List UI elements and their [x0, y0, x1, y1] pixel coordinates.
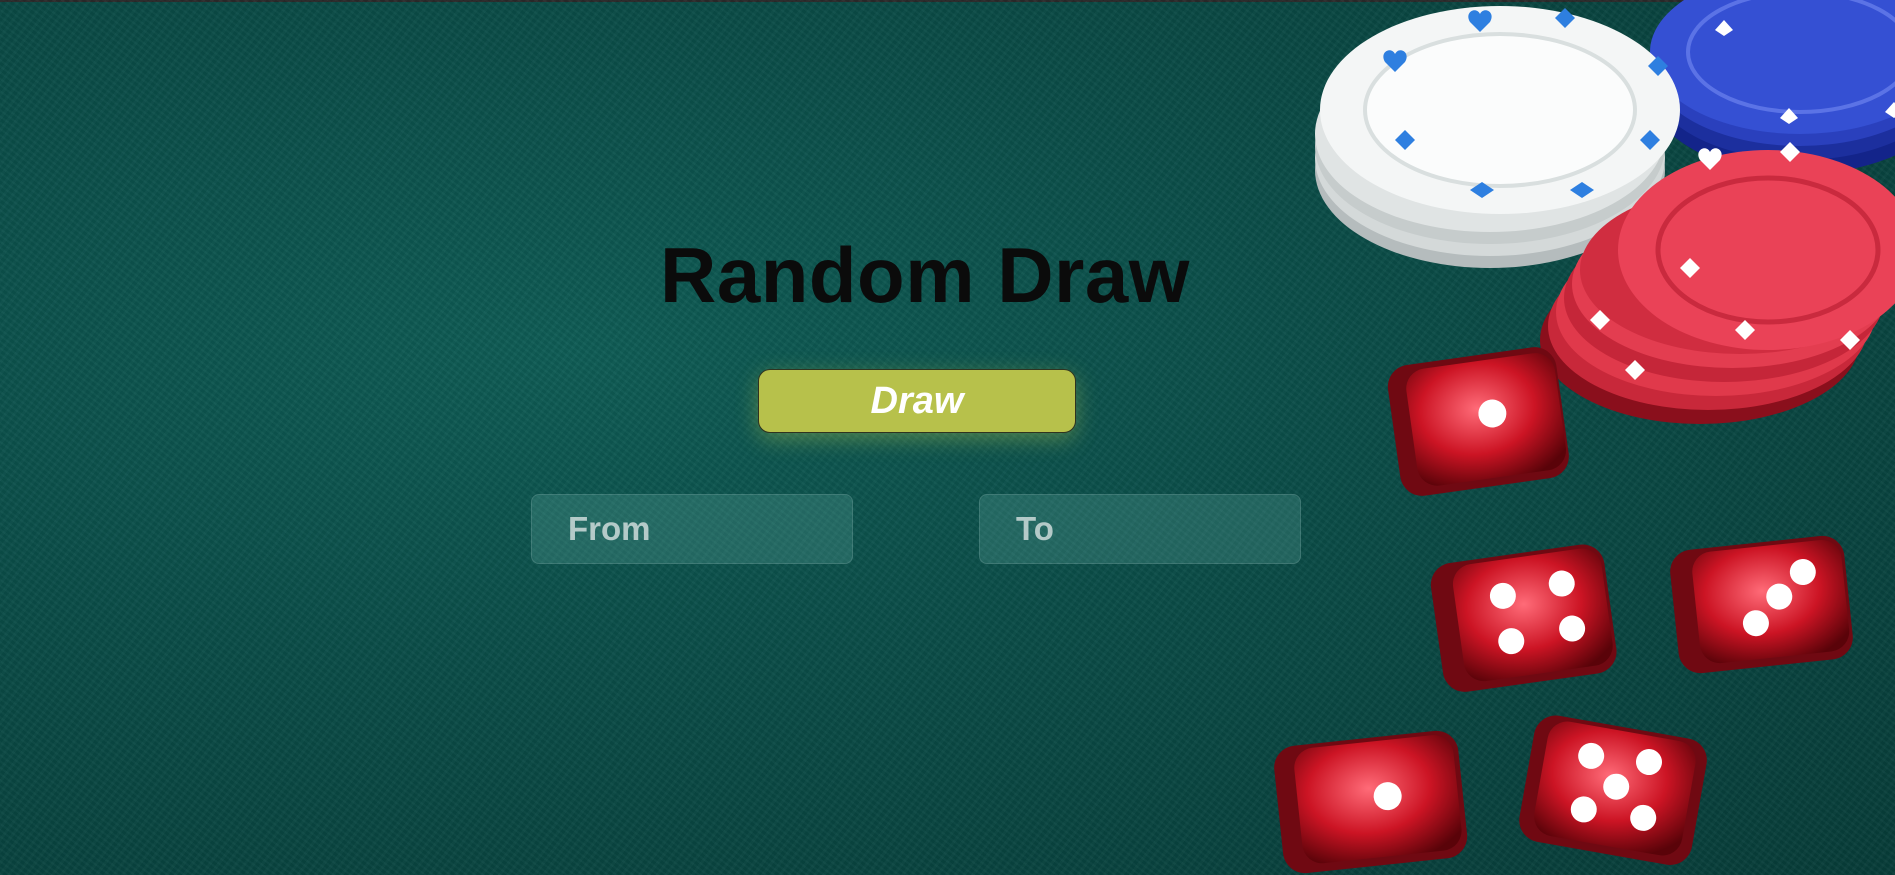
from-field[interactable] — [531, 494, 853, 564]
red-die-5 — [1274, 730, 1468, 874]
to-field[interactable] — [979, 494, 1301, 564]
red-die-2 — [1430, 544, 1617, 692]
red-die-1 — [1387, 347, 1569, 496]
from-input[interactable] — [566, 509, 852, 549]
red-die-3 — [1670, 535, 1853, 674]
draw-button[interactable]: Draw — [758, 369, 1076, 433]
casino-decoration — [1274, 0, 1895, 874]
red-die-4 — [1519, 715, 1707, 865]
page-title: Random Draw — [660, 231, 1190, 319]
to-input[interactable] — [1014, 509, 1300, 549]
blue-poker-chip-stack — [1650, 0, 1895, 174]
